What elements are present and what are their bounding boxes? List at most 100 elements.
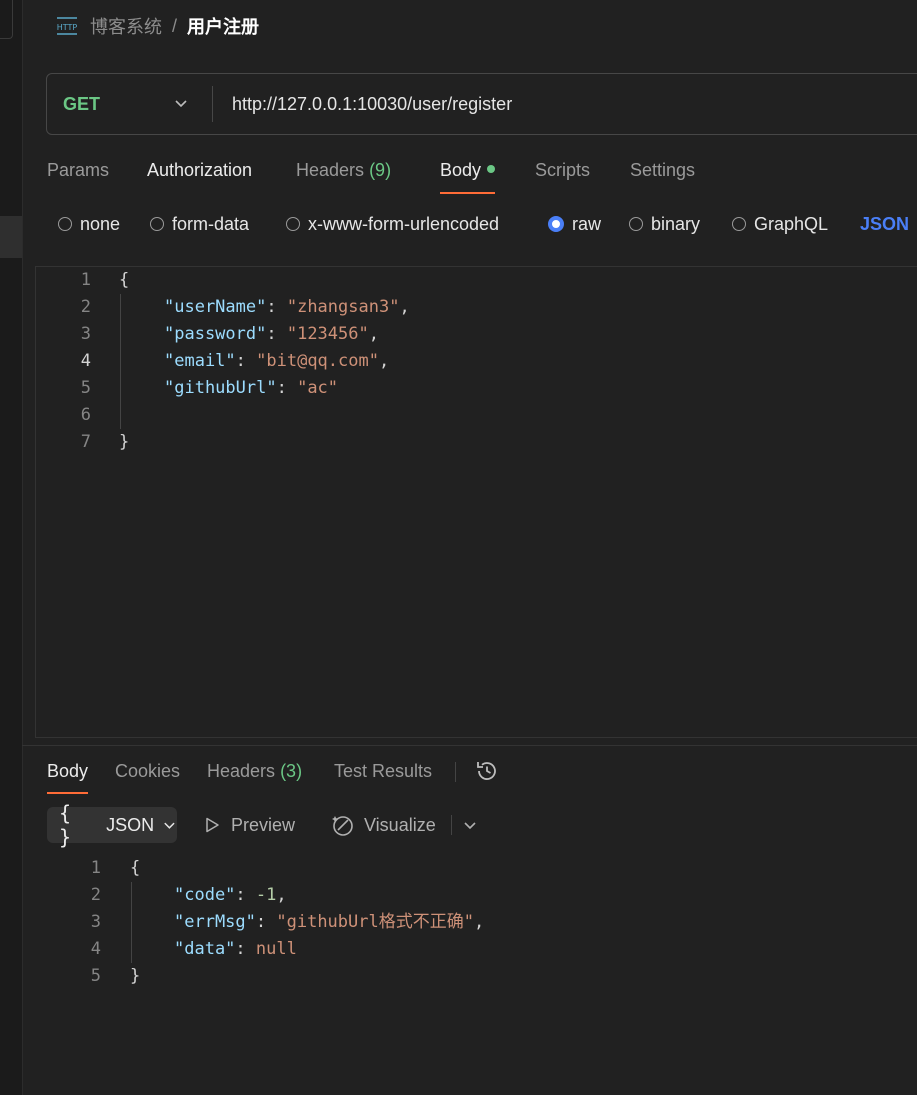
- panel-splitter[interactable]: [22, 745, 917, 746]
- svg-text:HTTP: HTTP: [57, 23, 78, 32]
- close-brace: }: [119, 432, 130, 452]
- radio-binary[interactable]: binary: [629, 210, 700, 238]
- line-number: 3: [80, 324, 91, 344]
- request-title[interactable]: 用户注册: [187, 13, 259, 39]
- json-value: "ac": [297, 378, 339, 398]
- line-number: 5: [80, 378, 91, 398]
- response-format-select[interactable]: { } JSON: [47, 801, 177, 849]
- play-icon: [206, 817, 219, 833]
- tab-body[interactable]: Body: [440, 158, 496, 194]
- tab-label: Body: [440, 160, 482, 180]
- radio-graphql[interactable]: GraphQL: [732, 210, 828, 238]
- open-brace: {: [130, 858, 141, 878]
- json-value: -1: [255, 885, 277, 905]
- divider: [455, 762, 456, 782]
- chevron-down-icon[interactable]: [173, 95, 189, 111]
- visualize-icon: [332, 816, 353, 836]
- preview-label: Preview: [231, 814, 296, 835]
- line-number: 4: [90, 939, 101, 959]
- line-number: 7: [80, 432, 91, 452]
- radio-label: none: [80, 213, 121, 234]
- preview-button[interactable]: Preview: [203, 807, 295, 843]
- code-line: "githubUrl": "ac": [164, 378, 339, 398]
- code-line: "errMsg": "githubUrl格式不正确",: [174, 912, 485, 932]
- request-body-editor[interactable]: 1 2 3 4 5 6 7 { "userName": "zhangsan3",…: [35, 266, 917, 738]
- radio-form-data[interactable]: form-data: [150, 210, 249, 238]
- format-label: JSON: [106, 814, 155, 835]
- tab-headers[interactable]: Headers (9): [296, 158, 391, 194]
- json-comma: ,: [378, 351, 390, 371]
- body-language-select[interactable]: JSON: [860, 210, 909, 238]
- line-number: 1: [90, 858, 101, 878]
- braces-icon: { }: [59, 801, 74, 849]
- sidebar-collapsed-tab[interactable]: [0, 0, 13, 39]
- tab-settings[interactable]: Settings: [630, 158, 695, 194]
- tab-params[interactable]: Params: [47, 158, 109, 194]
- radio-button[interactable]: [732, 217, 746, 231]
- radio-label: binary: [651, 213, 701, 234]
- radio-none[interactable]: none: [58, 210, 120, 238]
- response-body-viewer[interactable]: 1 2 3 4 5 { "code": -1, "errMsg": "githu…: [22, 855, 917, 1095]
- breadcrumb-collection[interactable]: 博客系统: [90, 13, 162, 39]
- radio-button[interactable]: [150, 217, 164, 231]
- response-tab-cookies[interactable]: Cookies: [115, 758, 180, 794]
- visualize-button[interactable]: Visualize: [330, 807, 436, 843]
- chevron-down-icon[interactable]: [462, 817, 478, 833]
- line-number: 5: [90, 966, 101, 986]
- line-number: 1: [80, 270, 91, 290]
- json-comma: ,: [368, 324, 379, 344]
- sidebar-selected-item[interactable]: [0, 216, 22, 258]
- chevron-down-icon: [164, 822, 175, 829]
- radio-button[interactable]: [629, 217, 643, 231]
- tab-label: Body: [47, 761, 89, 781]
- response-tab-headers[interactable]: Headers (3): [207, 758, 302, 794]
- tab-label: Cookies: [115, 761, 181, 781]
- code-line: "code": -1,: [174, 885, 287, 905]
- tab-label: Params: [47, 160, 110, 180]
- divider: [212, 86, 213, 122]
- tab-scripts[interactable]: Scripts: [535, 158, 590, 194]
- radio-button[interactable]: [286, 217, 300, 231]
- code-line: "userName": "zhangsan3",: [164, 297, 410, 317]
- radio-x-www-form-urlencoded[interactable]: x-www-form-urlencoded: [286, 210, 499, 238]
- open-brace: {: [119, 270, 130, 290]
- code-line: "email": "bit@qq.com",: [164, 351, 390, 371]
- url-input[interactable]: http://127.0.0.1:10030/user/register: [232, 74, 512, 134]
- headers-count: (9): [369, 160, 392, 180]
- response-tab-test-results[interactable]: Test Results: [334, 758, 432, 794]
- code-line: {: [119, 267, 129, 294]
- breadcrumb: HTTP 博客系统 / 用户注册: [54, 12, 259, 40]
- radio-label: GraphQL: [754, 213, 829, 234]
- radio-raw[interactable]: raw: [548, 210, 601, 238]
- json-value: "zhangsan3": [286, 297, 400, 317]
- divider: [451, 815, 452, 835]
- radio-label: x-www-form-urlencoded: [308, 213, 500, 234]
- tab-label: Headers: [207, 761, 276, 781]
- code-line: }: [119, 429, 129, 456]
- response-tab-body[interactable]: Body: [47, 758, 89, 794]
- tab-label: Settings: [630, 160, 696, 180]
- breadcrumb-separator: /: [172, 15, 178, 36]
- code-line: "password": "123456",: [164, 324, 379, 344]
- line-number: 6: [80, 405, 91, 425]
- http-icon: HTTP: [57, 17, 78, 35]
- code-line: {: [130, 855, 140, 882]
- json-key: "password": [164, 324, 267, 344]
- radio-label: raw: [572, 213, 602, 234]
- json-value: "123456": [286, 324, 369, 344]
- visualize-label: Visualize: [364, 814, 436, 835]
- line-number: 3: [90, 912, 101, 932]
- json-value: "bit@qq.com": [256, 351, 379, 371]
- json-comma: ,: [276, 885, 287, 905]
- close-brace: }: [130, 966, 141, 986]
- json-key: "githubUrl": [164, 378, 277, 398]
- url-bar: GET http://127.0.0.1:10030/user/register: [46, 73, 917, 135]
- tab-authorization[interactable]: Authorization: [147, 158, 252, 194]
- radio-button-selected[interactable]: [548, 216, 564, 232]
- line-number: 4: [80, 351, 91, 371]
- headers-count: (3): [280, 761, 303, 781]
- left-sidebar-strip: [0, 0, 23, 1095]
- history-icon[interactable]: [474, 758, 500, 784]
- radio-button[interactable]: [58, 217, 72, 231]
- method-select[interactable]: GET: [63, 74, 100, 134]
